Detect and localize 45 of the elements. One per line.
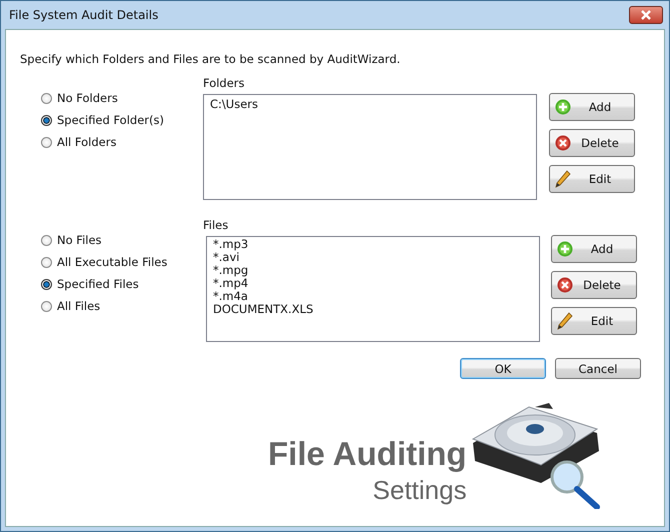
option-label[interactable]: All Folders [57,135,116,149]
close-icon [640,10,652,20]
list-item[interactable]: *.mp3 [213,238,248,251]
radio-button[interactable] [41,256,52,268]
logo-subtitle: Settings [372,477,467,503]
cross-icon [557,277,573,293]
list-item[interactable]: *.mpg [213,264,248,277]
cross-icon [555,135,571,151]
option-label[interactable]: All Files [57,299,100,313]
plus-icon [555,99,571,115]
instruction-text: Specify which Folders and Files are to be scanned by AuditWizard. [20,52,402,66]
cancel-button[interactable]: Cancel [555,358,641,379]
radio-button[interactable] [41,92,52,104]
delete-button[interactable]: Delete [549,129,635,157]
radio-button[interactable] [41,114,52,126]
add-button[interactable]: Add [551,235,637,263]
radio-button[interactable] [41,278,52,290]
option-label[interactable]: No Files [57,233,102,247]
pencil-icon [557,312,573,330]
list-item[interactable]: *.mp4 [213,277,248,290]
option-label[interactable]: Specified Folder(s) [57,113,164,127]
logo-title: File Auditing [268,437,467,471]
option-label[interactable]: Specified Files [57,277,139,291]
radio-button[interactable] [41,234,52,246]
window-title: File System Audit Details [9,8,158,22]
group-label: Folders [203,76,245,90]
ok-button[interactable]: OK [460,358,546,379]
edit-button[interactable]: Edit [551,307,637,335]
radio-button[interactable] [41,300,52,312]
option-label[interactable]: No Folders [57,91,118,105]
edit-button[interactable]: Edit [549,165,635,193]
group-label: Files [203,218,228,232]
list-box[interactable]: C:\Users [203,94,537,200]
list-item[interactable]: C:\Users [210,96,258,113]
list-box[interactable]: *.mp3 *.avi *.mpg *.mp4 *.m4a DOCUMENTX.XLS [206,236,540,342]
list-item[interactable]: DOCUMENTX.XLS [213,303,314,316]
option-label[interactable]: All Executable Files [57,255,168,269]
list-item[interactable]: *.avi [213,251,240,264]
plus-icon [557,241,573,257]
pencil-icon [555,170,571,188]
list-item[interactable]: *.m4a [213,290,248,303]
delete-button[interactable]: Delete [551,271,637,299]
radio-button[interactable] [41,136,52,148]
close-button[interactable] [629,6,663,24]
add-button[interactable]: Add [549,93,635,121]
